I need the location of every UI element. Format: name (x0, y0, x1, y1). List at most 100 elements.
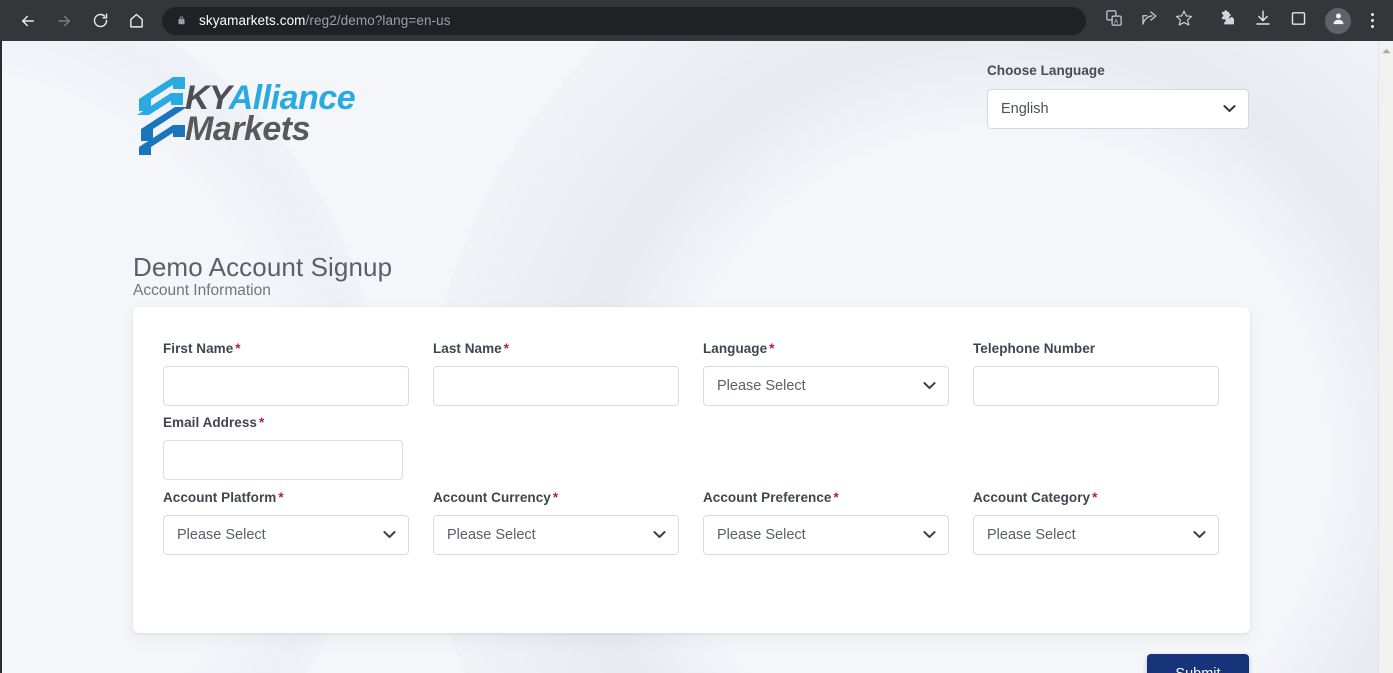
layout-spacer (427, 415, 667, 480)
chrome-menu-button[interactable] (1361, 13, 1383, 28)
choose-language-select[interactable]: English (987, 89, 1249, 129)
address-bar[interactable]: skyamarkets.com/reg2/demo?lang=en-us (162, 6, 1086, 35)
downloads-button[interactable] (1250, 8, 1276, 34)
bookmark-star-icon (1175, 9, 1193, 32)
field-telephone-number: Telephone Number (973, 341, 1219, 406)
form-row-1: First Name * Last Name * Language * Pleas (163, 341, 1220, 406)
account-category-value: Please Select (987, 527, 1076, 543)
url-host: skyamarkets.com (199, 13, 306, 28)
page-scrollbar[interactable] (1378, 41, 1393, 673)
forward-arrow-icon (55, 12, 73, 30)
browser-toolbar: skyamarkets.com/reg2/demo?lang=en-us A (0, 0, 1393, 41)
field-label-email-address: Email Address * (163, 415, 403, 430)
account-platform-select[interactable]: Please Select (163, 515, 409, 555)
required-asterisk: * (833, 490, 839, 505)
account-category-select[interactable]: Please Select (973, 515, 1219, 555)
label-text: Account Category (973, 490, 1091, 505)
field-email-address: Email Address * (163, 415, 404, 480)
language-select-value: Please Select (717, 378, 806, 394)
field-language: Language * Please Select (703, 341, 949, 406)
brand-wordmark: KYAlliance Markets (185, 81, 356, 148)
chevron-down-icon (923, 527, 936, 543)
required-asterisk: * (258, 415, 265, 430)
field-first-name: First Name * (163, 341, 409, 406)
required-asterisk: * (769, 341, 775, 356)
field-label-language: Language * (703, 341, 949, 356)
svg-text:A: A (1114, 19, 1118, 25)
field-label-telephone-number: Telephone Number (973, 341, 1219, 356)
label-text: Last Name (433, 341, 502, 356)
language-picker: Choose Language English (987, 61, 1249, 129)
field-label-last-name: Last Name * (433, 341, 679, 356)
required-asterisk: * (278, 490, 284, 505)
chevron-down-icon (923, 378, 936, 394)
sky-arrows-logo-icon (133, 73, 191, 155)
field-label-account-category: Account Category * (973, 490, 1219, 505)
page-viewport: KYAlliance Markets Choose Language Engli… (0, 41, 1393, 673)
label-text: First Name (163, 341, 234, 356)
profile-avatar-icon (1331, 11, 1346, 31)
account-information-form: First Name * Last Name * Language * Pleas (133, 307, 1250, 633)
field-account-platform: Account Platform * Please Select (163, 490, 409, 555)
bookmark-button[interactable] (1171, 8, 1197, 34)
submit-button[interactable]: Submit (1147, 654, 1249, 673)
share-icon (1140, 9, 1158, 32)
last-name-input[interactable] (433, 366, 679, 406)
side-panel-icon (1290, 10, 1307, 32)
required-asterisk: * (503, 341, 510, 356)
chevron-down-icon (653, 527, 666, 543)
form-row-3: Account Platform * Please Select Account … (163, 490, 1220, 555)
field-last-name: Last Name * (433, 341, 679, 406)
layout-spacer (692, 415, 932, 480)
label-text: Account Platform (163, 490, 277, 505)
required-asterisk: * (552, 490, 559, 505)
telephone-number-input[interactable] (973, 366, 1219, 406)
required-asterisk: * (235, 341, 241, 356)
extensions-puzzle-icon (1219, 9, 1237, 32)
side-panel-button[interactable] (1285, 8, 1311, 34)
downloads-icon (1254, 9, 1272, 32)
account-currency-value: Please Select (447, 527, 536, 543)
translate-icon: A (1105, 9, 1123, 32)
account-currency-select[interactable]: Please Select (433, 515, 679, 555)
account-preference-value: Please Select (717, 527, 806, 543)
field-label-account-currency: Account Currency * (433, 490, 679, 505)
back-button[interactable] (14, 7, 42, 35)
brand-word-markets: Markets (185, 110, 311, 148)
field-label-account-platform: Account Platform * (163, 490, 409, 505)
chevron-down-icon (1193, 527, 1206, 543)
url-text: skyamarkets.com/reg2/demo?lang=en-us (199, 13, 451, 28)
form-row-2: Email Address * (163, 415, 1220, 480)
site-header: KYAlliance Markets Choose Language Engli… (133, 61, 1249, 155)
back-arrow-icon (19, 12, 37, 30)
brand-logo[interactable]: KYAlliance Markets (133, 61, 356, 155)
choose-language-value: English (1001, 101, 1049, 117)
account-platform-value: Please Select (177, 527, 266, 543)
account-preference-select[interactable]: Please Select (703, 515, 949, 555)
url-path: /reg2/demo?lang=en-us (305, 13, 451, 28)
reload-icon (92, 12, 109, 29)
scroll-up-arrow-icon[interactable] (1379, 45, 1393, 57)
share-button[interactable] (1136, 8, 1162, 34)
language-select[interactable]: Please Select (703, 366, 949, 406)
translate-button[interactable]: A (1101, 8, 1127, 34)
email-address-input[interactable] (163, 440, 404, 480)
home-button[interactable] (122, 7, 150, 35)
section-subtitle: Account Information (133, 282, 271, 299)
forward-button[interactable] (50, 7, 78, 35)
profile-button[interactable] (1325, 7, 1351, 34)
field-label-account-preference: Account Preference * (703, 490, 949, 505)
extensions-button[interactable] (1215, 8, 1241, 34)
label-text: Telephone Number (973, 341, 1096, 356)
field-account-currency: Account Currency * Please Select (433, 490, 679, 555)
toolbar-actions: A (1092, 7, 1393, 34)
label-text: Account Currency (433, 490, 551, 505)
three-dot-menu-icon (1370, 13, 1374, 28)
first-name-input[interactable] (163, 366, 409, 406)
field-account-category: Account Category * Please Select (973, 490, 1219, 555)
field-account-preference: Account Preference * Please Select (703, 490, 949, 555)
label-text: Email Address (163, 415, 257, 430)
layout-spacer (956, 415, 1196, 480)
field-label-first-name: First Name * (163, 341, 409, 356)
reload-button[interactable] (86, 7, 114, 35)
